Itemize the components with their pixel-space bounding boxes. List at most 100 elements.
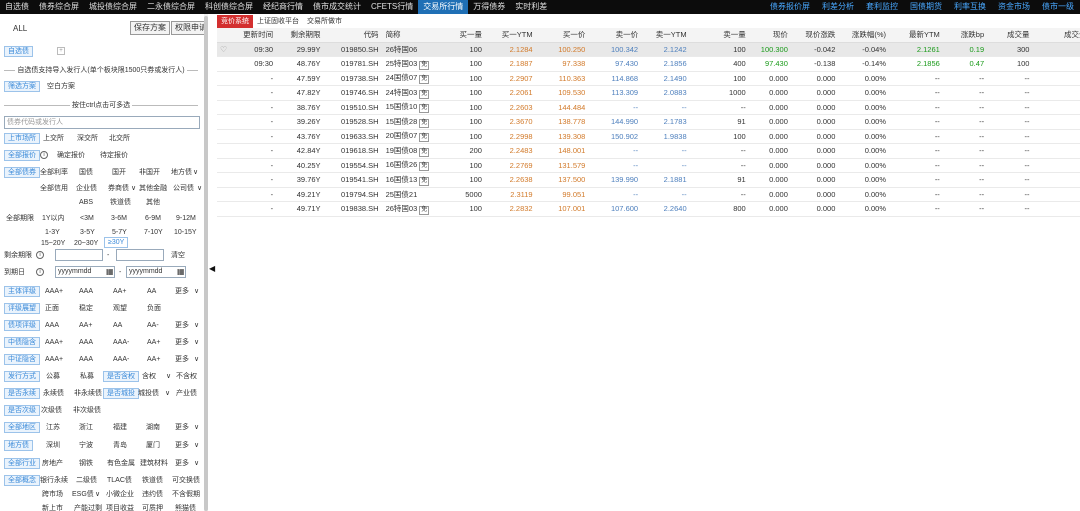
market-tag[interactable]: 上市场所 <box>4 133 40 144</box>
option-with-right[interactable]: 含权 <box>142 371 156 382</box>
option-term-10-15y[interactable]: 10-15Y <box>174 227 197 238</box>
column-header[interactable]: 更新时间 <box>217 28 277 43</box>
rating-option[interactable]: AAA <box>79 354 93 365</box>
column-header[interactable]: 现价 <box>748 28 791 43</box>
rating-option[interactable]: AAA+ <box>45 354 63 365</box>
quote-tag[interactable]: 全部报价 <box>4 150 40 161</box>
table-row[interactable]: -42.84Y 019618.SH 19国债08 免 200 2.2483 148.001-… <box>217 143 1080 159</box>
local-option[interactable]: 青岛 <box>113 440 127 451</box>
option-private[interactable]: 私募 <box>80 371 94 382</box>
table-row[interactable]: ♡ 09:30 29.99Y 019850.SH 26特国06 100 2.1284 100.… <box>217 42 1080 57</box>
table-row[interactable]: -49.71Y 019838.SH 26特国03 免 100 2.2832 107.001 1… <box>217 201 1080 217</box>
subtab[interactable]: 上证固收平台 <box>253 15 303 28</box>
option-term-7-10y[interactable]: 7-10Y <box>144 227 163 238</box>
option-esg[interactable]: ESG债 <box>72 489 94 500</box>
rating-option[interactable]: AA <box>113 320 122 331</box>
rating-option[interactable]: AAA- <box>113 337 129 348</box>
favorite-icon[interactable]: ♡ <box>220 45 227 54</box>
industry-option[interactable]: 钢铁 <box>79 458 93 469</box>
permission-button[interactable]: 权限申请 <box>171 21 206 35</box>
table-row[interactable]: -47.59Y 019738.SH 24国债07 免 100 2.2907 110.363 1… <box>217 71 1080 86</box>
nav-item[interactable]: 经纪商行情 <box>258 0 308 14</box>
rating-option[interactable]: AA+ <box>147 337 160 348</box>
perpetual-tag[interactable]: 是否永续 <box>4 388 40 399</box>
rating-option[interactable]: 负面 <box>147 303 161 314</box>
column-header[interactable]: 最新YTM <box>889 28 943 43</box>
option-railway-concept[interactable]: 铁道债 <box>142 475 163 486</box>
option-tier2[interactable]: 二级债 <box>76 475 97 486</box>
chevron-down-icon[interactable]: ∨ <box>131 184 136 192</box>
issue-method-tag[interactable]: 发行方式 <box>4 371 40 382</box>
table-row[interactable]: -39.76Y 019541.SH 16国债13 免 100 2.2638 137.500 1… <box>217 172 1080 188</box>
industry-tag[interactable]: 全部行业 <box>4 458 40 469</box>
option-other[interactable]: 其他 <box>146 197 160 208</box>
more-button[interactable]: 更多 <box>175 458 189 469</box>
rating-option[interactable]: AAA+ <box>45 286 63 297</box>
chevron-down-icon[interactable]: ∨ <box>194 355 199 363</box>
column-header[interactable]: 卖一量 <box>689 28 749 43</box>
table-row[interactable]: 09:30 48.76Y 019781.SH 25特国03 免 100 2.1887 97.3… <box>217 56 1080 72</box>
rating-filter-tag[interactable]: 债项评级 <box>4 320 40 331</box>
rating-filter-tag[interactable]: 中证隐含 <box>4 354 40 365</box>
option-broker[interactable]: 券商债 <box>108 183 129 194</box>
remaining-to-input[interactable] <box>116 249 164 261</box>
nav-item[interactable]: 万得债券 <box>468 0 510 14</box>
search-input[interactable]: 债券代码或发行人 <box>4 116 200 129</box>
column-header[interactable]: 成交量 <box>987 28 1033 43</box>
option-term-9-12m[interactable]: 9-12M <box>176 213 196 224</box>
local-option[interactable]: 宁波 <box>79 440 93 451</box>
column-header[interactable]: 成交金额(万元) <box>1032 28 1080 43</box>
calendar-icon[interactable]: ▦ <box>106 267 114 276</box>
option-term-3-5y[interactable]: 3-5Y <box>80 227 95 238</box>
table-row[interactable]: -49.21Y 019794.SH 25国债21 5000 2.3119 99.051 --… <box>217 187 1080 202</box>
option-pledgeable[interactable]: 可质押 <box>142 503 163 511</box>
chevron-down-icon[interactable]: ∨ <box>194 287 199 295</box>
option-term-6-9m[interactable]: 6-9M <box>145 213 161 224</box>
chevron-down-icon[interactable]: ∨ <box>194 459 199 467</box>
option-corporate[interactable]: 公司债 <box>173 183 194 194</box>
nav-item[interactable]: 交易所行情 <box>418 0 469 14</box>
nav-item[interactable]: 科创债综合屏 <box>200 0 258 14</box>
industry-option[interactable]: 房地产 <box>42 458 63 469</box>
clear-button[interactable]: 清空 <box>171 250 185 261</box>
option-sme[interactable]: 小微企业 <box>106 489 134 500</box>
subordinate-tag[interactable]: 是否次级 <box>4 405 40 416</box>
chevron-down-icon[interactable]: ∨ <box>166 372 171 380</box>
chevron-down-icon[interactable]: ∨ <box>194 423 199 431</box>
rating-option[interactable]: AAA- <box>113 354 129 365</box>
option-term-15-20y[interactable]: 15~20Y <box>41 238 65 249</box>
chevron-down-icon[interactable]: ∨ <box>193 168 198 176</box>
option-pending-quote[interactable]: 待定报价 <box>100 150 128 161</box>
add-icon[interactable]: + <box>57 47 65 55</box>
option-no-holiday[interactable]: 不含假期 <box>172 489 200 500</box>
empty-plan-option[interactable]: 空白方案 <box>47 81 75 92</box>
save-plan-button[interactable]: 保存方案 <box>130 21 170 35</box>
option-cross-market[interactable]: 跨市场 <box>42 489 63 500</box>
option-all-credit[interactable]: 全部信用 <box>40 183 68 194</box>
watchlist-tag[interactable]: 自选债 <box>4 46 33 57</box>
region-tag[interactable]: 全部地区 <box>4 422 40 433</box>
chevron-down-icon[interactable]: ∨ <box>165 389 170 397</box>
category-tag[interactable]: 全部债券 <box>4 167 40 178</box>
option-all-rate[interactable]: 全部利率 <box>40 167 68 178</box>
region-option[interactable]: 江苏 <box>46 422 60 433</box>
nav-right-item[interactable]: 债券报价屏 <box>764 0 816 14</box>
option-non-cdb[interactable]: 非国开 <box>139 167 160 178</box>
nav-right-item[interactable]: 国债期货 <box>904 0 948 14</box>
local-tag[interactable]: 地方债 <box>4 440 33 451</box>
column-header[interactable]: 卖一价 <box>588 28 642 43</box>
option-public[interactable]: 公募 <box>46 371 60 382</box>
option-cdb[interactable]: 国开 <box>112 167 126 178</box>
table-row[interactable]: -40.25Y 019554.SH 16国债26 免 100 2.2769 131.579-… <box>217 158 1080 173</box>
option-subordinate[interactable]: 次级债 <box>41 405 62 416</box>
nav-item[interactable]: 自选债 <box>0 0 34 14</box>
option-industrial[interactable]: 产业债 <box>176 388 197 399</box>
nav-right-item[interactable]: 利差分析 <box>816 0 860 14</box>
concept-tag[interactable]: 全部概念 <box>4 475 40 486</box>
option-local-gov[interactable]: 地方债 <box>171 167 192 178</box>
option-bank-perpetual[interactable]: 银行永续 <box>40 475 68 486</box>
nav-right-item[interactable]: 债市一级 <box>1036 0 1080 14</box>
nav-item[interactable]: CFETS行情 <box>366 0 418 14</box>
option-default[interactable]: 违约债 <box>142 489 163 500</box>
option-no-right[interactable]: 不含权 <box>176 371 197 382</box>
